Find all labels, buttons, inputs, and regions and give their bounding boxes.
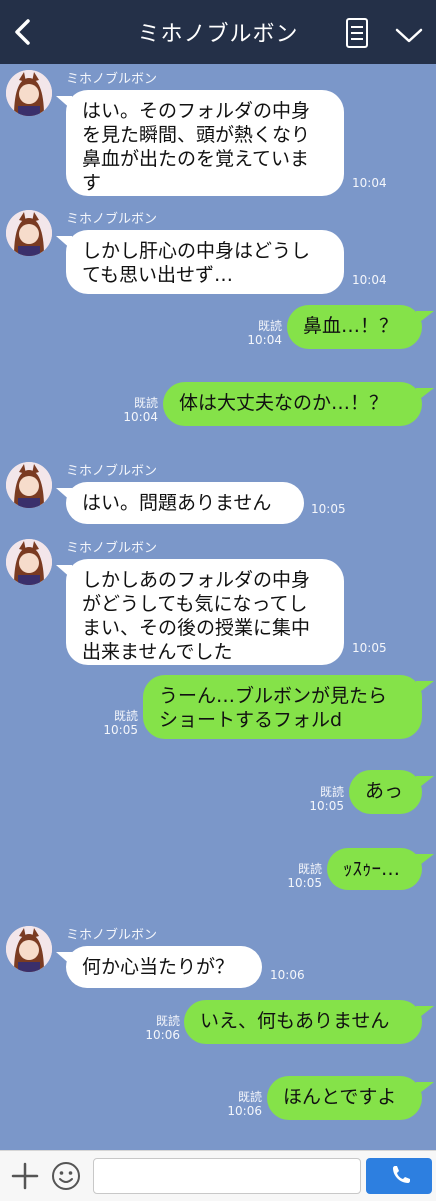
- message-line: 出来ませんでした: [82, 641, 233, 663]
- message-time: 10:05: [311, 502, 346, 516]
- message-bubble[interactable]: はい。そのフォルダの中身 を見た瞬間、頭が熱くなり 鼻血が出たのを覚えていま す: [56, 90, 344, 196]
- message-line: 鼻血が出たのを覚えていま: [82, 148, 310, 170]
- message-line: ｯｽｩｰ…: [343, 858, 401, 880]
- sender-name: ミホノブルボン: [66, 464, 158, 479]
- message-time: 10:04: [352, 176, 387, 190]
- message-line: まい、その後の授業に集中: [82, 617, 311, 639]
- call-button[interactable]: [366, 1158, 432, 1194]
- message-time: 10:06: [227, 1104, 262, 1118]
- chevron-down-icon[interactable]: [392, 20, 426, 50]
- message-time: 10:05: [352, 641, 387, 655]
- avatar[interactable]: [6, 70, 52, 116]
- message-read-time: 既読 10:05: [272, 862, 322, 890]
- message-line: うーん…ブルボンが見たら: [159, 685, 388, 707]
- read-receipt: 既読: [133, 396, 158, 410]
- message-time: 10:05: [309, 799, 344, 813]
- sender-name: ミホノブルボン: [66, 541, 158, 556]
- avatar[interactable]: [6, 210, 52, 256]
- message-line: を見た瞬間、頭が熱くなり: [82, 124, 311, 146]
- message-bubble[interactable]: ｯｽｩｰ…: [327, 848, 434, 890]
- message-composer: [0, 1150, 436, 1201]
- message-line: はい。問題ありません: [82, 492, 272, 514]
- message-bubble[interactable]: しかし肝心の中身はどうし ても思い出せず…: [56, 230, 344, 294]
- message-line: ほんとですよ: [283, 1086, 397, 1108]
- message-line: 鼻血…！？: [303, 315, 399, 337]
- message-read-time: 既読 10:05: [294, 785, 344, 813]
- avatar[interactable]: [6, 539, 52, 585]
- message-list[interactable]: ミホノブルボン はい。そのフォルダの中身 を見た瞬間、頭が熱くなり 鼻血が出たの…: [0, 64, 436, 1150]
- message-bubble[interactable]: 何か心当たりが？: [56, 946, 262, 988]
- sender-name: ミホノブルボン: [66, 928, 158, 943]
- message-time: 10:05: [103, 723, 138, 737]
- message-line: いえ、何もありません: [200, 1010, 390, 1032]
- message-bubble[interactable]: うーん…ブルボンが見たら ショートするフォルd: [143, 675, 434, 739]
- message-time: 10:04: [247, 333, 282, 347]
- sender-name: ミホノブルボン: [66, 212, 158, 227]
- message-read-time: 既読 10:06: [128, 1014, 180, 1042]
- message-bubble[interactable]: しかしあのフォルダの中身 がどうしても気になってし まい、その後の授業に集中 出…: [56, 559, 344, 665]
- read-receipt: 既読: [257, 319, 282, 333]
- message-line: 体は大丈夫なのか…！？: [179, 392, 389, 414]
- message-line: 何か心当たりが？: [82, 956, 235, 978]
- read-receipt: 既読: [319, 785, 344, 799]
- message-read-time: 既読 10:04: [108, 396, 158, 424]
- notes-icon[interactable]: [340, 16, 374, 50]
- message-read-time: 既読 10:04: [232, 319, 282, 347]
- smiley-icon[interactable]: [50, 1160, 82, 1192]
- message-time: 10:06: [145, 1028, 180, 1042]
- read-receipt: 既読: [297, 862, 322, 876]
- avatar[interactable]: [6, 926, 52, 972]
- message-bubble[interactable]: ほんとですよ: [267, 1076, 434, 1120]
- message-bubble[interactable]: 鼻血…！？: [287, 305, 434, 349]
- plus-icon[interactable]: [10, 1161, 40, 1191]
- avatar[interactable]: [6, 462, 52, 508]
- message-line: しかし肝心の中身はどうし: [82, 240, 311, 262]
- message-read-time: 既読 10:06: [212, 1090, 262, 1118]
- message-time: 10:05: [287, 876, 322, 890]
- read-receipt: 既読: [113, 709, 138, 723]
- message-bubble[interactable]: はい。問題ありません: [56, 482, 304, 524]
- read-receipt: 既読: [237, 1090, 262, 1104]
- message-line: しかしあのフォルダの中身: [82, 569, 311, 591]
- message-line: あっ: [365, 780, 404, 802]
- message-line: ショートするフォルd: [159, 709, 343, 731]
- message-bubble[interactable]: 体は大丈夫なのか…！？: [163, 382, 434, 426]
- message-line: す: [82, 172, 102, 194]
- message-read-time: 既読 10:05: [86, 709, 138, 737]
- sender-name: ミホノブルボン: [66, 72, 158, 87]
- message-time: 10:06: [270, 968, 305, 982]
- message-line: はい。そのフォルダの中身: [82, 100, 311, 122]
- message-time: 10:04: [123, 410, 158, 424]
- message-input[interactable]: [93, 1158, 361, 1194]
- message-bubble[interactable]: いえ、何もありません: [184, 1000, 434, 1044]
- phone-icon: [393, 1166, 410, 1183]
- message-line: がどうしても気になってし: [82, 593, 308, 615]
- message-time: 10:04: [352, 273, 387, 287]
- message-bubble[interactable]: あっ: [349, 770, 434, 814]
- chat-header: ミホノブルボン: [0, 0, 436, 64]
- read-receipt: 既読: [155, 1014, 180, 1028]
- message-line: ても思い出せず…: [82, 264, 234, 286]
